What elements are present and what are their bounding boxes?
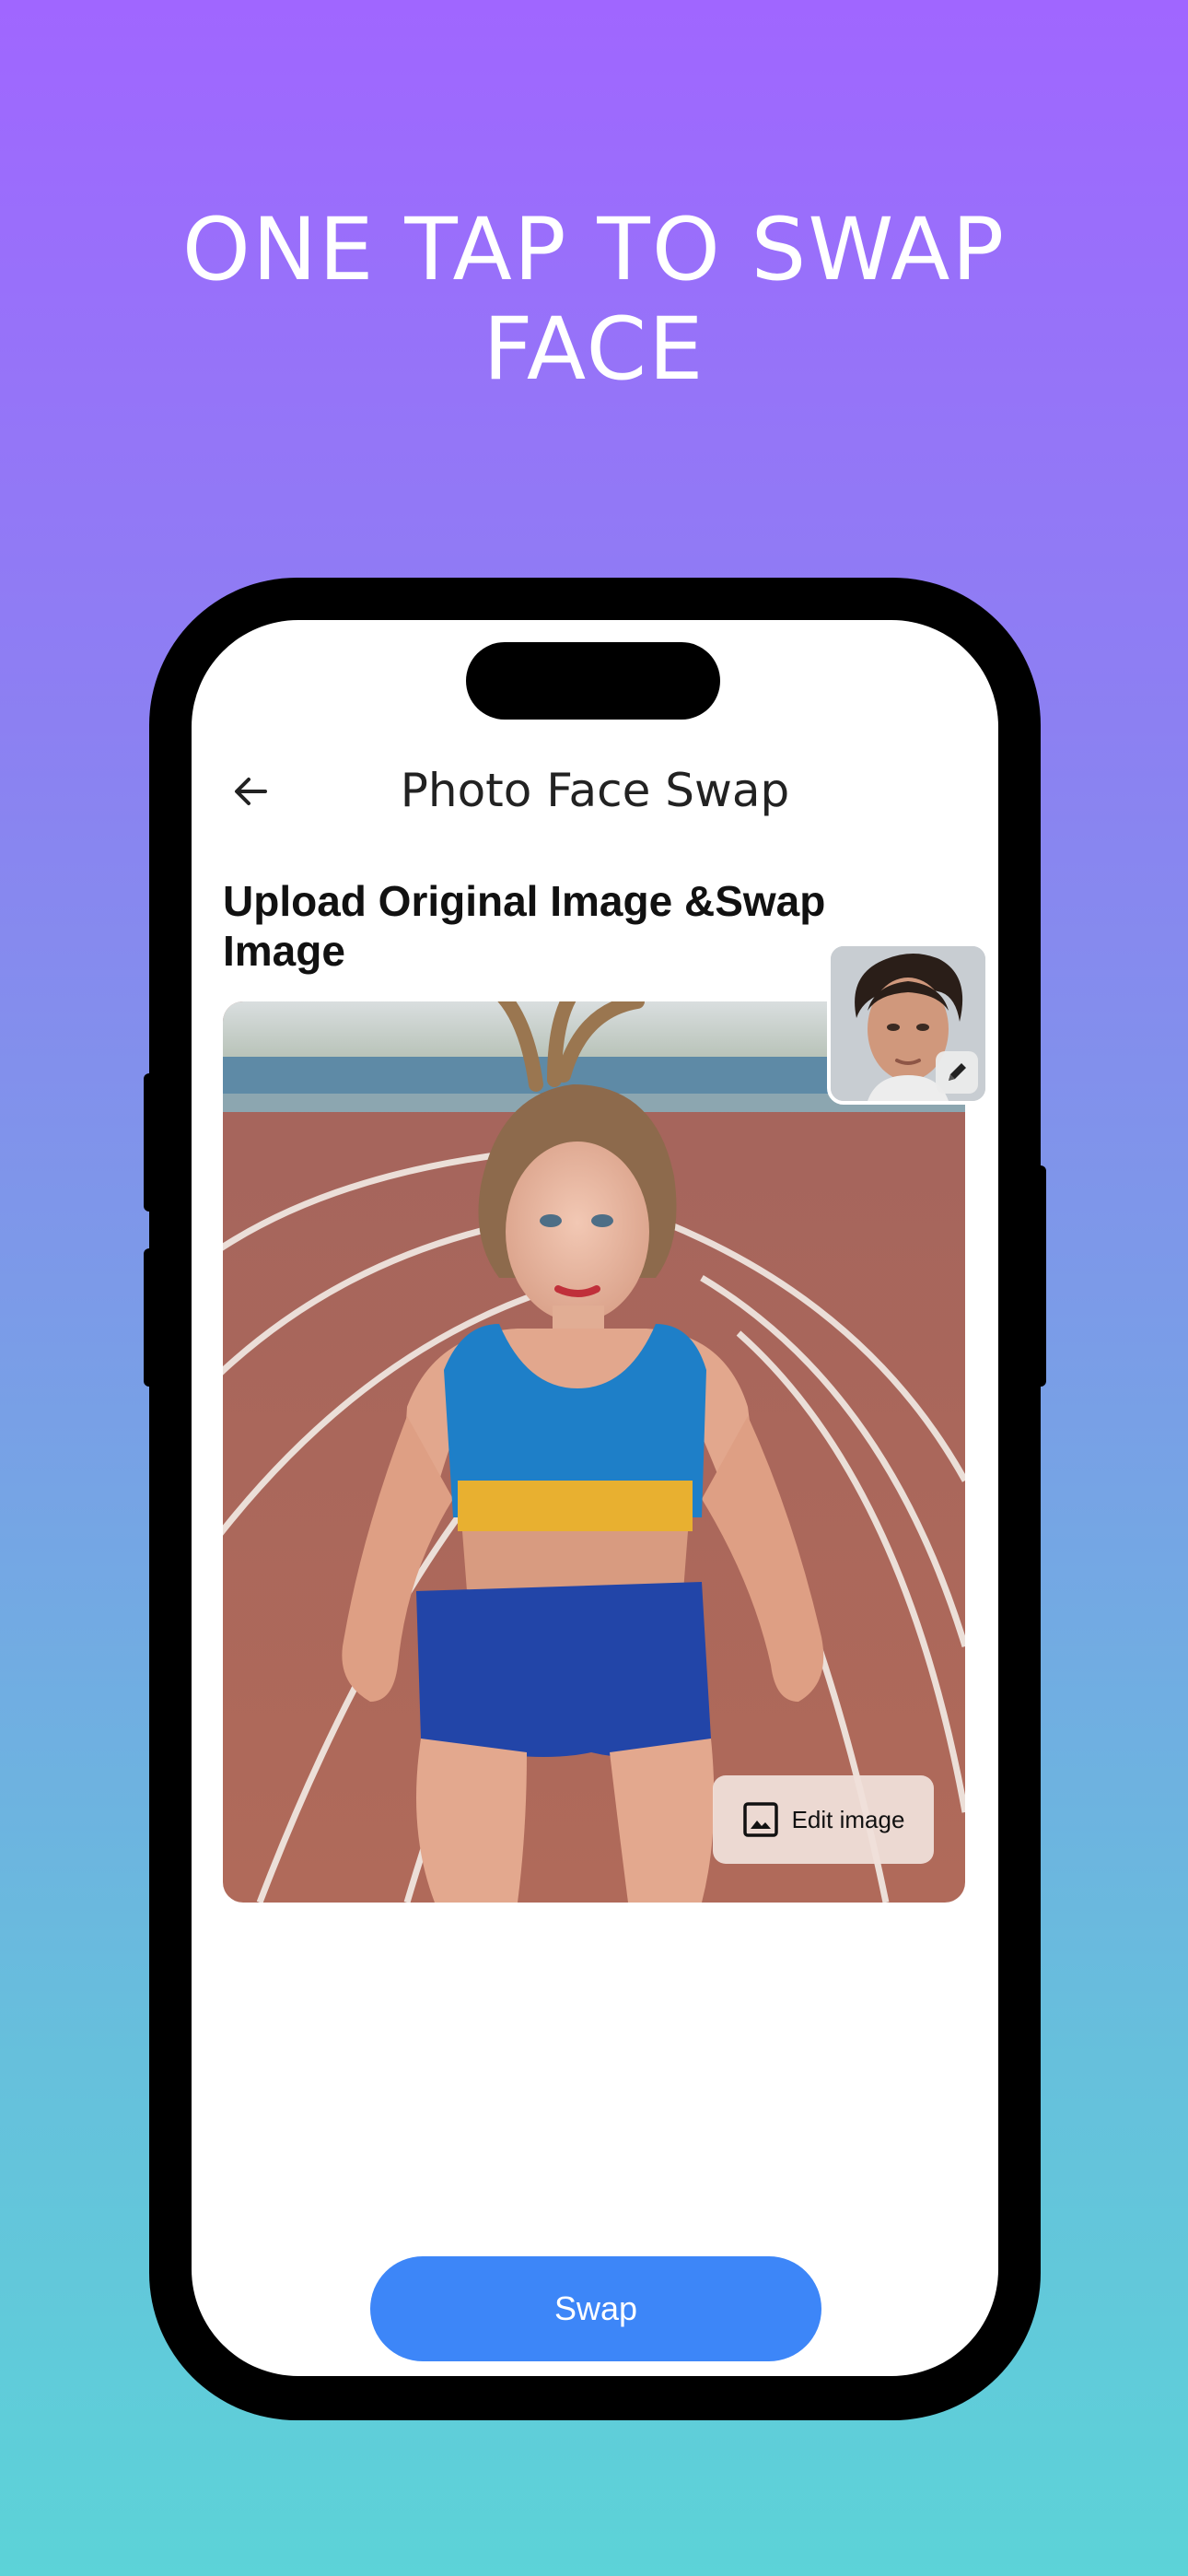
- promo-title-line-1: ONE TAP TO SWAP: [181, 200, 1007, 300]
- edit-image-label: Edit image: [791, 1805, 905, 1833]
- pencil-icon: [949, 1063, 966, 1081]
- edit-image-button[interactable]: Edit image: [713, 1775, 934, 1864]
- swap-face-edit-button[interactable]: [936, 1051, 978, 1094]
- promo-title: ONE TAP TO SWAP FACE: [0, 201, 1188, 400]
- nav-title: Photo Face Swap: [400, 764, 790, 817]
- promo-title-line-2: FACE: [483, 299, 705, 400]
- nav-bar: Photo Face Swap: [192, 758, 998, 823]
- image-icon: [742, 1802, 778, 1837]
- section-title: Upload Original Image &Swap Image: [223, 877, 826, 975]
- phone-frame: Photo Face Swap Upload Original Image &S…: [149, 578, 1041, 2420]
- swap-face-thumbnail[interactable]: [827, 943, 989, 1105]
- dynamic-island: [466, 642, 720, 720]
- back-button[interactable]: [227, 767, 274, 815]
- arrow-left-icon: [235, 778, 267, 805]
- original-image-card[interactable]: Edit image: [223, 1001, 965, 1903]
- phone-screen: Photo Face Swap Upload Original Image &S…: [192, 620, 998, 2376]
- original-image: [223, 1001, 965, 1903]
- swap-button[interactable]: Swap: [370, 2256, 821, 2361]
